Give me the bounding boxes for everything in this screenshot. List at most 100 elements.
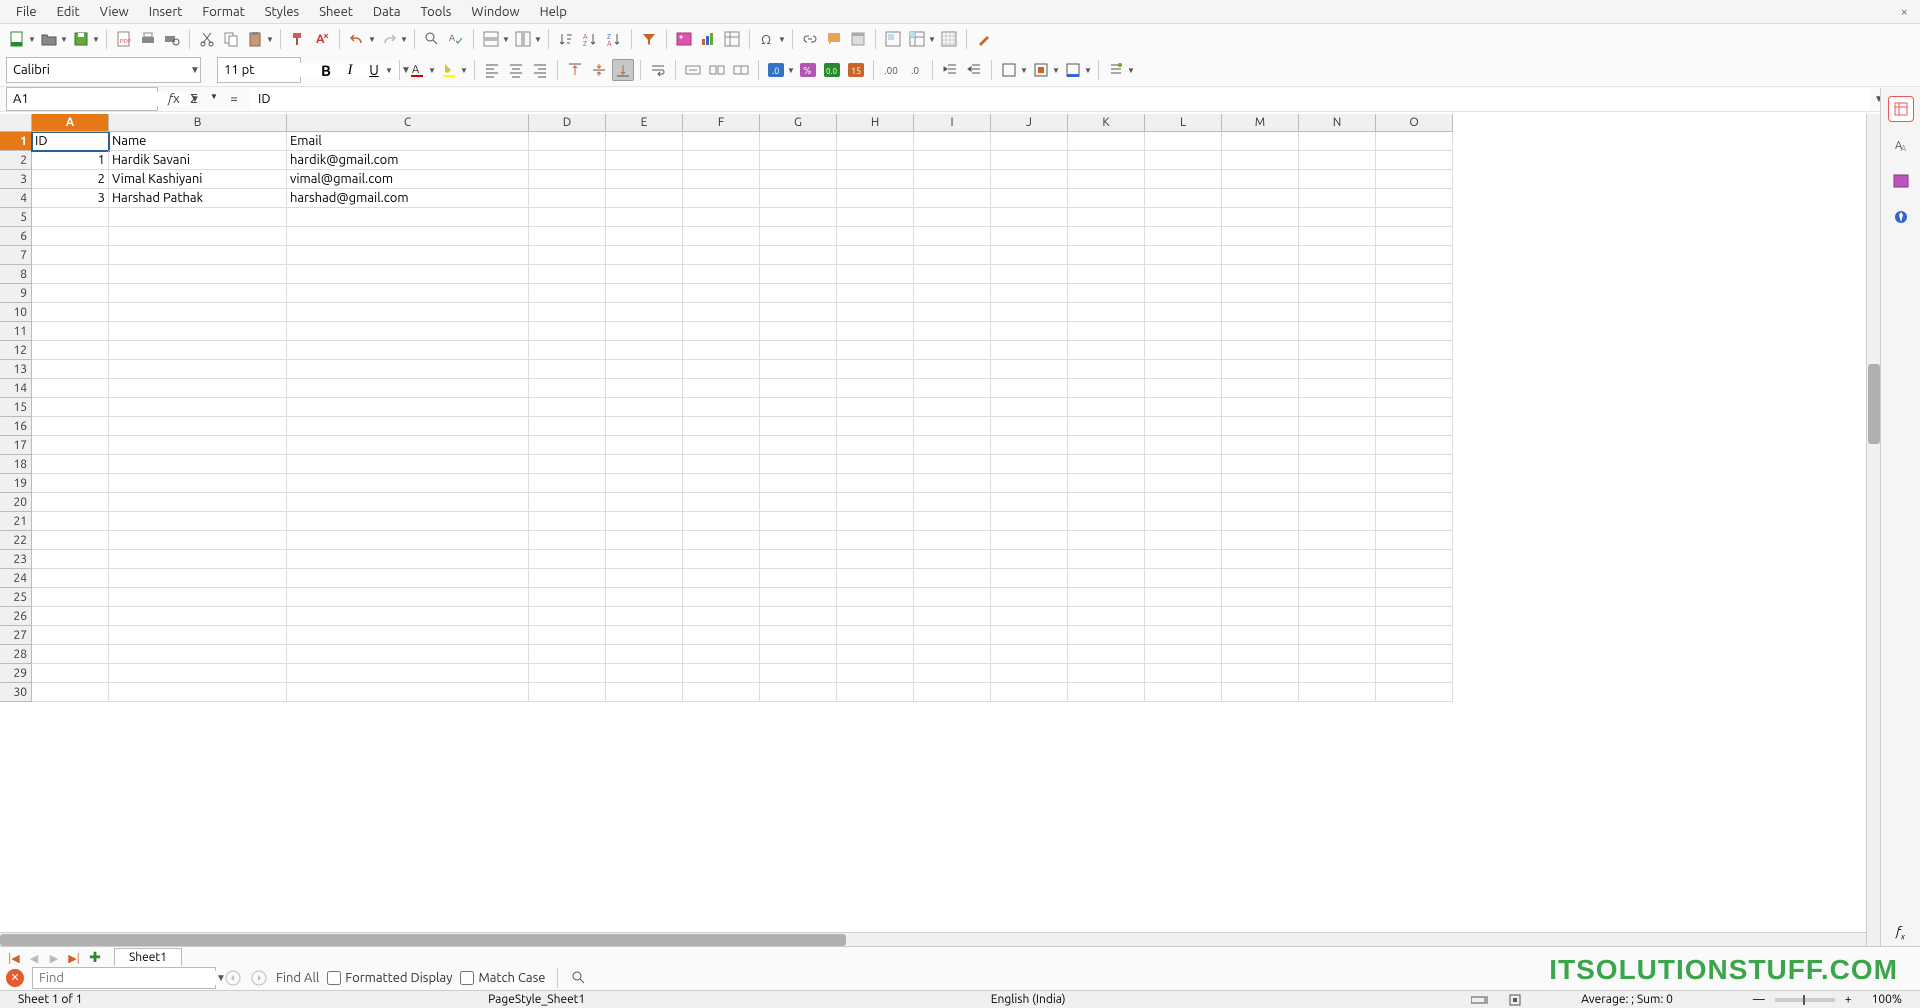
cell-D1[interactable] bbox=[529, 132, 606, 151]
cell-C2[interactable]: hardik@gmail.com bbox=[287, 151, 529, 170]
cell-B7[interactable] bbox=[109, 246, 287, 265]
cell-A11[interactable] bbox=[32, 322, 109, 341]
cell-N27[interactable] bbox=[1299, 626, 1376, 645]
cell-C19[interactable] bbox=[287, 474, 529, 493]
cell-B2[interactable]: Hardik Savani bbox=[109, 151, 287, 170]
match-case-checkbox[interactable]: Match Case bbox=[460, 971, 545, 985]
cell-I19[interactable] bbox=[914, 474, 991, 493]
cell-C21[interactable] bbox=[287, 512, 529, 531]
find-all-button[interactable]: Find All bbox=[276, 971, 319, 985]
cell-F12[interactable] bbox=[683, 341, 760, 360]
cell-F19[interactable] bbox=[683, 474, 760, 493]
row-header-16[interactable]: 16 bbox=[0, 417, 32, 436]
cell-C16[interactable] bbox=[287, 417, 529, 436]
cell-E10[interactable] bbox=[606, 303, 683, 322]
open-dropdown[interactable]: ▼ bbox=[60, 28, 68, 50]
cell-F9[interactable] bbox=[683, 284, 760, 303]
cell-L9[interactable] bbox=[1145, 284, 1222, 303]
cell-F25[interactable] bbox=[683, 588, 760, 607]
cell-I8[interactable] bbox=[914, 265, 991, 284]
properties-panel-icon[interactable] bbox=[1888, 96, 1914, 122]
cell-E19[interactable] bbox=[606, 474, 683, 493]
cell-I22[interactable] bbox=[914, 531, 991, 550]
cell-N3[interactable] bbox=[1299, 170, 1376, 189]
formula-fn-dd[interactable]: ▼ bbox=[206, 92, 222, 106]
cell-E12[interactable] bbox=[606, 341, 683, 360]
font-color-dropdown[interactable]: ▼ bbox=[428, 59, 436, 81]
cell-C3[interactable]: vimal@gmail.com bbox=[287, 170, 529, 189]
cell-G24[interactable] bbox=[760, 569, 837, 588]
cell-J11[interactable] bbox=[991, 322, 1068, 341]
cell-O7[interactable] bbox=[1376, 246, 1453, 265]
cell-E27[interactable] bbox=[606, 626, 683, 645]
column-header-E[interactable]: E bbox=[606, 114, 683, 132]
cell-H24[interactable] bbox=[837, 569, 914, 588]
zoom-out-button[interactable]: — bbox=[1743, 993, 1775, 1006]
cell-N13[interactable] bbox=[1299, 360, 1376, 379]
cell-G26[interactable] bbox=[760, 607, 837, 626]
row-header-29[interactable]: 29 bbox=[0, 664, 32, 683]
decrease-indent-button[interactable] bbox=[963, 59, 985, 81]
menu-insert[interactable]: Insert bbox=[139, 3, 193, 21]
cell-D24[interactable] bbox=[529, 569, 606, 588]
cell-F1[interactable] bbox=[683, 132, 760, 151]
cell-G5[interactable] bbox=[760, 208, 837, 227]
cell-H25[interactable] bbox=[837, 588, 914, 607]
cell-M4[interactable] bbox=[1222, 189, 1299, 208]
row-header-9[interactable]: 9 bbox=[0, 284, 32, 303]
row-icon[interactable] bbox=[480, 28, 502, 50]
print-preview-icon[interactable] bbox=[161, 28, 183, 50]
cell-O1[interactable] bbox=[1376, 132, 1453, 151]
cell-O14[interactable] bbox=[1376, 379, 1453, 398]
hyperlink-icon[interactable] bbox=[799, 28, 821, 50]
cell-A15[interactable] bbox=[32, 398, 109, 417]
cell-A28[interactable] bbox=[32, 645, 109, 664]
cell-G13[interactable] bbox=[760, 360, 837, 379]
cell-N1[interactable] bbox=[1299, 132, 1376, 151]
cell-B12[interactable] bbox=[109, 341, 287, 360]
cell-A26[interactable] bbox=[32, 607, 109, 626]
cell-O3[interactable] bbox=[1376, 170, 1453, 189]
cell-N24[interactable] bbox=[1299, 569, 1376, 588]
cell-K10[interactable] bbox=[1068, 303, 1145, 322]
cell-H30[interactable] bbox=[837, 683, 914, 702]
cell-C12[interactable] bbox=[287, 341, 529, 360]
cell-M23[interactable] bbox=[1222, 550, 1299, 569]
cell-B25[interactable] bbox=[109, 588, 287, 607]
cell-O9[interactable] bbox=[1376, 284, 1453, 303]
cell-N19[interactable] bbox=[1299, 474, 1376, 493]
cell-D18[interactable] bbox=[529, 455, 606, 474]
cell-F14[interactable] bbox=[683, 379, 760, 398]
cell-D7[interactable] bbox=[529, 246, 606, 265]
cell-I20[interactable] bbox=[914, 493, 991, 512]
cell-C9[interactable] bbox=[287, 284, 529, 303]
cell-B26[interactable] bbox=[109, 607, 287, 626]
cell-L25[interactable] bbox=[1145, 588, 1222, 607]
cell-C15[interactable] bbox=[287, 398, 529, 417]
cell-C4[interactable]: harshad@gmail.com bbox=[287, 189, 529, 208]
cell-J15[interactable] bbox=[991, 398, 1068, 417]
row-header-11[interactable]: 11 bbox=[0, 322, 32, 341]
cell-H8[interactable] bbox=[837, 265, 914, 284]
cell-N25[interactable] bbox=[1299, 588, 1376, 607]
border-color-dropdown[interactable]: ▼ bbox=[1084, 59, 1092, 81]
cell-N9[interactable] bbox=[1299, 284, 1376, 303]
cell-I3[interactable] bbox=[914, 170, 991, 189]
row-header-26[interactable]: 26 bbox=[0, 607, 32, 626]
column-dropdown[interactable]: ▼ bbox=[534, 28, 542, 50]
cell-M25[interactable] bbox=[1222, 588, 1299, 607]
horizontal-scrollbar[interactable] bbox=[0, 932, 1880, 946]
border-style-dropdown[interactable]: ▼ bbox=[1052, 59, 1060, 81]
cell-B16[interactable] bbox=[109, 417, 287, 436]
cell-A8[interactable] bbox=[32, 265, 109, 284]
cell-K6[interactable] bbox=[1068, 227, 1145, 246]
cell-O16[interactable] bbox=[1376, 417, 1453, 436]
cell-J12[interactable] bbox=[991, 341, 1068, 360]
cell-J19[interactable] bbox=[991, 474, 1068, 493]
cell-H7[interactable] bbox=[837, 246, 914, 265]
cell-K8[interactable] bbox=[1068, 265, 1145, 284]
cell-G21[interactable] bbox=[760, 512, 837, 531]
cell-H3[interactable] bbox=[837, 170, 914, 189]
row-header-30[interactable]: 30 bbox=[0, 683, 32, 702]
cell-G2[interactable] bbox=[760, 151, 837, 170]
